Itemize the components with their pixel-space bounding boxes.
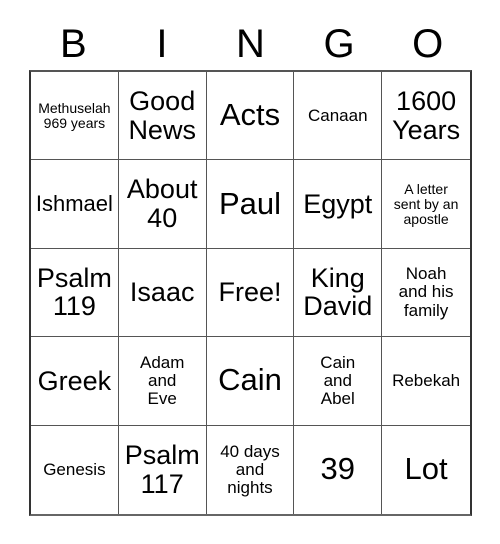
bingo-cell-text: Paul: [218, 185, 282, 221]
bingo-header-letter-n: N: [236, 22, 265, 66]
bingo-cell-text: Greek: [37, 365, 112, 396]
bingo-cell-text: A letter sent by an apostle: [393, 180, 459, 227]
bingo-header-letter-b: B: [59, 22, 87, 66]
bingo-cell-g4[interactable]: Cain and Abel: [294, 337, 383, 426]
bingo-cell-i5[interactable]: Psalm 117: [118, 425, 207, 514]
bingo-cell-n4[interactable]: Cain: [206, 337, 295, 426]
bingo-cell-b4[interactable]: Greek: [31, 337, 119, 426]
bingo-cell-text: Cain: [218, 362, 282, 398]
bingo-cell-text: Noah and his family: [398, 264, 454, 320]
bingo-cell-text: Free!: [218, 277, 282, 308]
bingo-header-letter-g: G: [323, 22, 355, 66]
bingo-cell-text: King David: [303, 262, 373, 322]
bingo-cell-i2[interactable]: About 40: [118, 160, 207, 249]
bingo-cell-o5[interactable]: Lot: [382, 425, 470, 514]
bingo-cell-text: Canaan: [308, 105, 368, 125]
bingo-cell-text: Psalm 119: [36, 262, 112, 322]
bingo-cell-text: 39: [320, 451, 356, 487]
bingo-cell-b3[interactable]: Psalm 119: [31, 248, 119, 338]
bingo-card: B I N G O Methuselah 969 years Good News…: [0, 0, 500, 544]
bingo-cell-text: Cain and Abel: [320, 352, 356, 408]
bingo-cell-b2[interactable]: Ishmael: [31, 160, 119, 249]
bingo-cell-text: Good News: [128, 86, 196, 145]
bingo-grid: Methuselah 969 years Good News Acts Cana…: [29, 70, 472, 516]
bingo-cell-b1[interactable]: Methuselah 969 years: [31, 72, 119, 161]
bingo-cell-n2[interactable]: Paul: [206, 160, 295, 249]
bingo-cell-i4[interactable]: Adam and Eve: [118, 337, 207, 426]
bingo-cell-text: Genesis: [43, 459, 106, 479]
bingo-cell-o3[interactable]: Noah and his family: [382, 248, 470, 338]
bingo-cell-free-space[interactable]: Free!: [206, 248, 295, 338]
bingo-cell-o4[interactable]: Rebekah: [382, 337, 470, 426]
bingo-header-row: B I N G O: [29, 18, 472, 70]
bingo-cell-text: Acts: [219, 97, 281, 133]
bingo-cell-text: Adam and Eve: [139, 352, 185, 408]
bingo-cell-i3[interactable]: Isaac: [118, 248, 207, 338]
bingo-cell-b5[interactable]: Genesis: [31, 425, 119, 514]
bingo-header-letter-i: I: [156, 22, 168, 66]
bingo-cell-o1[interactable]: 1600 Years: [382, 72, 470, 161]
bingo-cell-g5[interactable]: 39: [294, 425, 383, 514]
bingo-cell-text: Ishmael: [35, 191, 113, 217]
bingo-cell-n1[interactable]: Acts: [206, 72, 295, 161]
bingo-cell-text: Psalm 117: [124, 440, 200, 499]
bingo-cell-i1[interactable]: Good News: [118, 72, 207, 161]
bingo-cell-g3[interactable]: King David: [294, 248, 383, 338]
bingo-cell-text: 40 days and nights: [220, 441, 280, 497]
bingo-cell-text: Lot: [404, 451, 448, 487]
bingo-cell-text: About 40: [126, 174, 198, 234]
bingo-cell-g1[interactable]: Canaan: [294, 72, 383, 161]
bingo-header-letter-o: O: [412, 22, 444, 66]
bingo-cell-text: Isaac: [129, 277, 195, 308]
bingo-cell-o2[interactable]: A letter sent by an apostle: [382, 160, 470, 249]
bingo-cell-text: Methuselah 969 years: [38, 99, 111, 131]
bingo-cell-text: Egypt: [303, 188, 373, 219]
bingo-cell-text: Rebekah: [392, 370, 461, 390]
bingo-cell-text: 1600 Years: [392, 86, 461, 145]
bingo-cell-n5[interactable]: 40 days and nights: [206, 425, 295, 514]
bingo-cell-g2[interactable]: Egypt: [294, 160, 383, 249]
